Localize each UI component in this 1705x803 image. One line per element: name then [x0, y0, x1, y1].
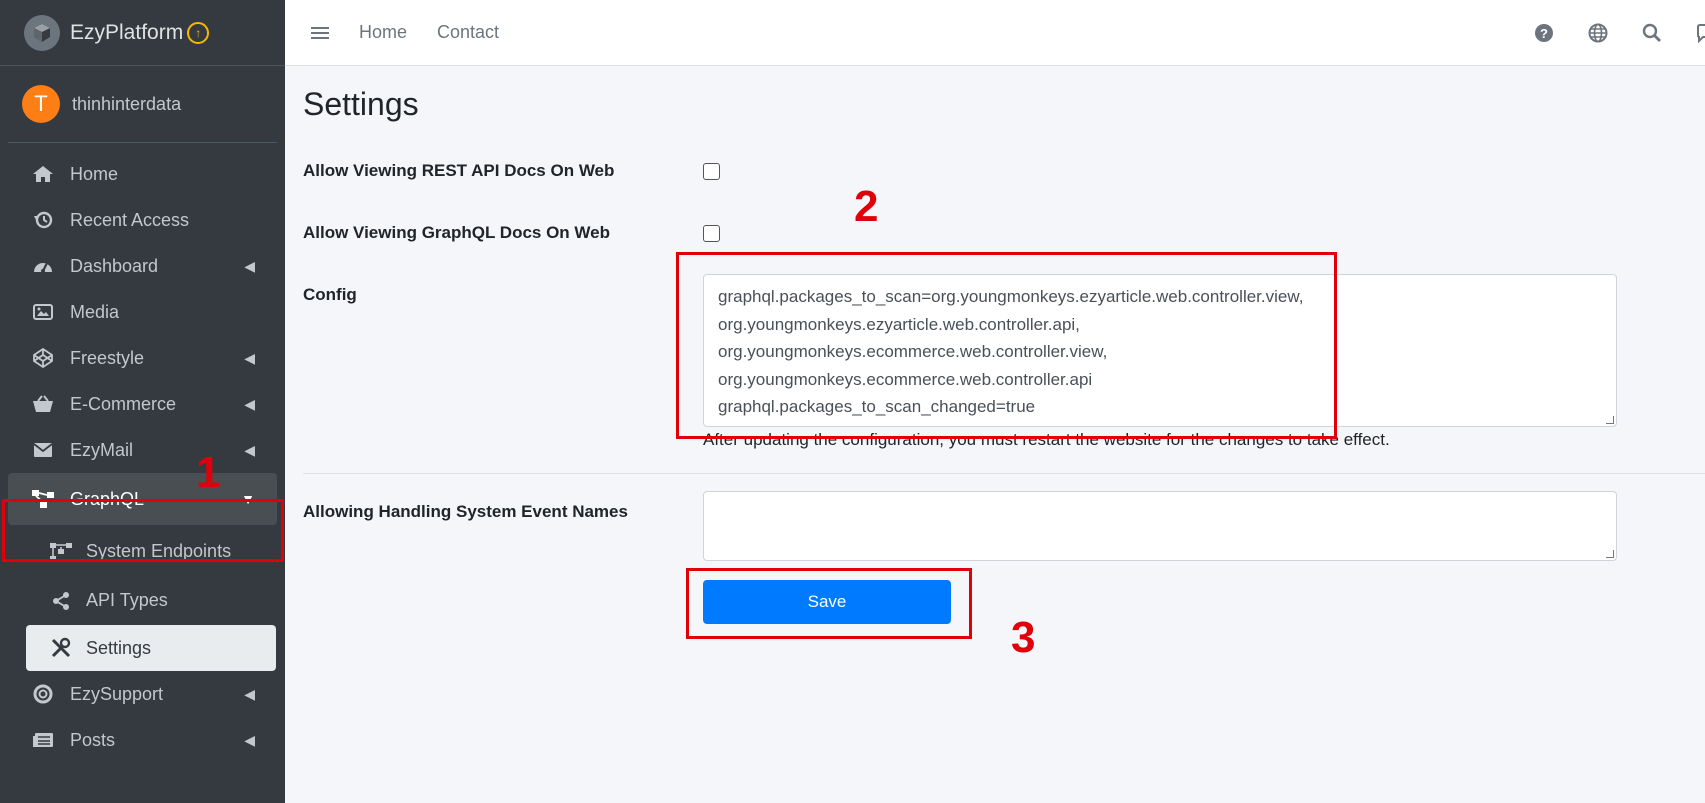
sidebar-item-home[interactable]: Home [8, 151, 277, 197]
home-icon [30, 165, 56, 183]
globe-icon[interactable] [1583, 18, 1613, 48]
hamburger-menu-icon[interactable] [311, 24, 329, 42]
sidebar-item-label: Recent Access [70, 209, 190, 230]
sidebar-item-recent-access[interactable]: Recent Access [8, 197, 277, 243]
sidebar-item-e-commerce[interactable]: E-Commerce ◀ [8, 381, 277, 427]
chevron-left-icon: ◀ [244, 731, 255, 748]
codepen-icon [30, 348, 56, 368]
life-ring-icon [30, 684, 56, 704]
svg-text:?: ? [1540, 26, 1548, 41]
sidebar-item-label: EzyMail [70, 439, 134, 460]
sidebar-nav: Home Recent Access Dashboard ◀ Media Fre… [0, 143, 285, 763]
chevron-left-icon: ◀ [244, 441, 255, 458]
sidebar-item-label: Home [70, 163, 119, 184]
sidebar-item-ezymail[interactable]: EzyMail ◀ [8, 427, 277, 473]
annotation-box-config [676, 252, 1337, 439]
annotation-box-graphql [2, 499, 284, 562]
events-textarea[interactable] [703, 491, 1617, 561]
annotation-number-3: 3 [1011, 613, 1036, 662]
avatar: T [22, 85, 60, 123]
brand-name: EzyPlatform [70, 20, 184, 44]
sidebar-item-dashboard[interactable]: Dashboard ◀ [8, 243, 277, 289]
envelope-icon [30, 442, 56, 458]
rest-docs-checkbox[interactable] [703, 163, 720, 180]
sidebar-item-label: Dashboard [70, 255, 159, 276]
resize-handle[interactable] [1606, 550, 1614, 558]
page-title: Settings [303, 86, 419, 122]
topbar-actions: ? [1529, 0, 1705, 66]
config-label: Config [303, 285, 357, 304]
resize-handle[interactable] [1606, 416, 1614, 424]
chevron-left-icon: ◀ [244, 349, 255, 366]
history-icon [30, 210, 56, 230]
sidebar-item-posts[interactable]: Posts ◀ [8, 717, 277, 763]
sidebar-subitem-label: Settings [86, 637, 152, 658]
annotation-box-save [686, 568, 972, 639]
brand[interactable]: EzyPlatform ↑ [0, 0, 285, 66]
user-panel[interactable]: T thinhinterdata [8, 66, 277, 143]
share-icon [48, 591, 74, 611]
sidebar-subitem-api-types[interactable]: API Types [8, 576, 277, 625]
graphql-docs-checkbox[interactable] [703, 225, 720, 242]
question-circle-icon[interactable]: ? [1529, 18, 1559, 48]
sidebar-subitem-label: API Types [86, 590, 168, 610]
sidebar-item-label: Freestyle [70, 347, 145, 368]
chevron-left-icon: ◀ [244, 257, 255, 274]
image-icon [30, 304, 56, 320]
events-label: Allowing Handling System Event Names [303, 502, 628, 521]
topnav-contact-link[interactable]: Contact [437, 22, 499, 43]
sidebar-item-media[interactable]: Media [8, 289, 277, 335]
sidebar-item-label: Media [70, 301, 120, 322]
annotation-number-1: 1 [196, 448, 221, 497]
chevron-left-icon: ◀ [244, 685, 255, 702]
top-navbar: Home Contact ? [285, 0, 1705, 66]
sidebar-item-freestyle[interactable]: Freestyle ◀ [8, 335, 277, 381]
arrow-up-circle-icon[interactable]: ↑ [187, 21, 210, 44]
divider [303, 473, 1705, 474]
chevron-left-icon: ◀ [244, 395, 255, 412]
basket-icon [30, 395, 56, 413]
comment-icon[interactable] [1691, 18, 1705, 48]
sidebar-item-label: Posts [70, 729, 116, 750]
cube-logo-icon [24, 14, 60, 51]
username[interactable]: thinhinterdata [72, 94, 181, 115]
annotation-number-2: 2 [854, 182, 879, 231]
sidebar-subitem-settings[interactable]: Settings [26, 625, 276, 671]
sidebar-item-label: E-Commerce [70, 393, 177, 414]
search-icon[interactable] [1637, 18, 1667, 48]
topnav-home-link[interactable]: Home [359, 22, 407, 43]
sidebar: EzyPlatform ↑ T thinhinterdata Home Rece… [0, 0, 285, 803]
graphql-docs-label: Allow Viewing GraphQL Docs On Web [303, 223, 610, 242]
tools-icon [48, 637, 74, 659]
newspaper-icon [30, 731, 56, 749]
rest-docs-label: Allow Viewing REST API Docs On Web [303, 161, 615, 180]
sidebar-item-label: EzySupport [70, 683, 164, 704]
sidebar-item-ezysupport[interactable]: EzySupport ◀ [8, 671, 277, 717]
gauge-icon [30, 257, 56, 275]
